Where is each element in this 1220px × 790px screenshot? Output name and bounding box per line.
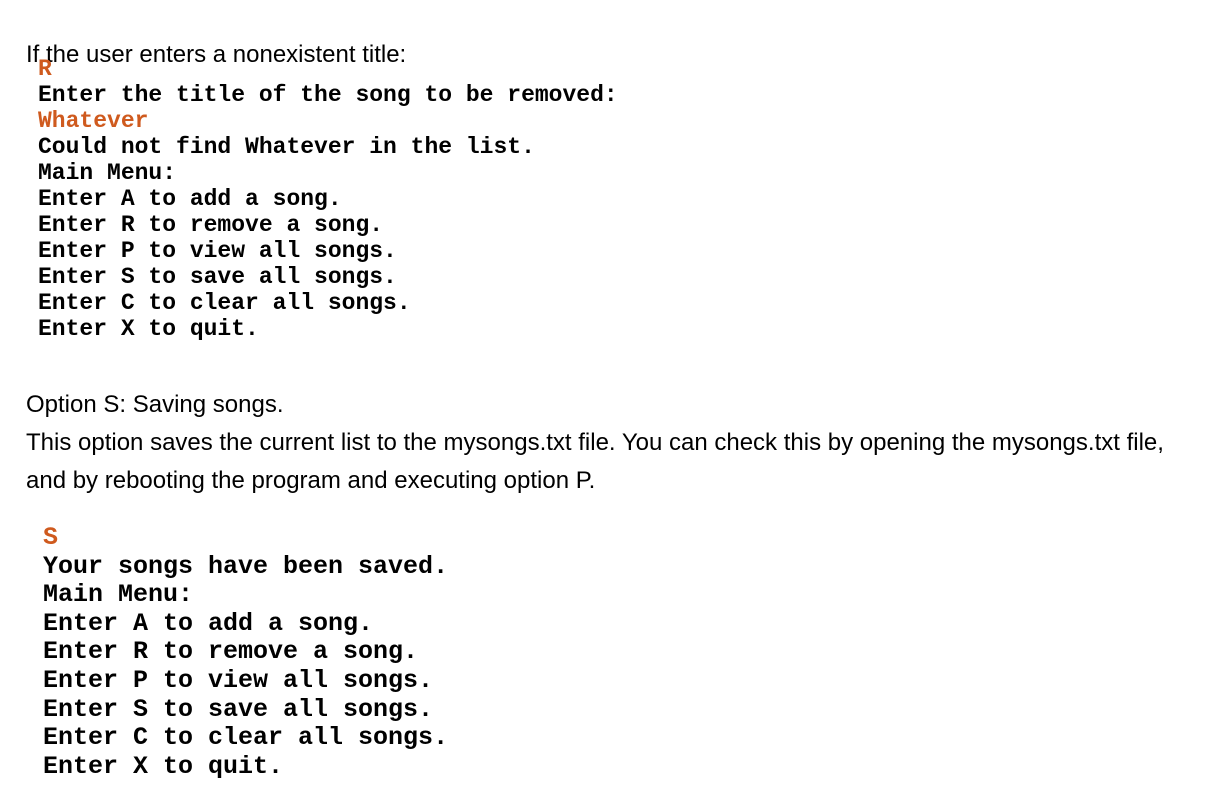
- console-output-line: Enter C to clear all songs.: [38, 290, 411, 316]
- console-output-line: Enter the title of the song to be remove…: [38, 82, 618, 108]
- console-output-line: Your songs have been saved.: [43, 551, 449, 581]
- console-output-line: Could not find Whatever in the list.: [38, 134, 535, 160]
- console-output-save: S Your songs have been saved. Main Menu: En…: [43, 523, 449, 781]
- console-output-line: Enter A to add a song.: [43, 608, 374, 638]
- document-page: If the user enters a nonexistent title: …: [0, 0, 1220, 790]
- console-output-line: Main Menu:: [38, 160, 177, 186]
- console-output-line: Enter S to save all songs.: [43, 694, 434, 724]
- console-output-line: Enter P to view all songs.: [43, 665, 434, 695]
- console-user-input-line: Whatever: [38, 108, 149, 134]
- console-output-line: Enter A to add a song.: [38, 186, 342, 212]
- console-output-remove: R Enter the title of the song to be remov…: [38, 56, 618, 342]
- console-output-line: Enter C to clear all songs.: [43, 723, 449, 753]
- section-heading-option-s: Option S: Saving songs.: [26, 391, 284, 418]
- console-output-line: Enter R to remove a song.: [43, 637, 419, 667]
- section-body-option-s: This option saves the current list to th…: [26, 429, 1171, 494]
- console-user-input-line: S: [43, 523, 59, 552]
- console-user-input-line: R: [38, 56, 52, 82]
- console-output-line: Enter X to quit.: [38, 316, 259, 342]
- console-output-line: Enter X to quit.: [43, 751, 284, 781]
- console-output-line: Enter S to save all songs.: [38, 264, 397, 290]
- console-output-line: Main Menu:: [43, 580, 194, 610]
- console-output-line: Enter P to view all songs.: [38, 238, 397, 264]
- console-output-line: Enter R to remove a song.: [38, 212, 384, 238]
